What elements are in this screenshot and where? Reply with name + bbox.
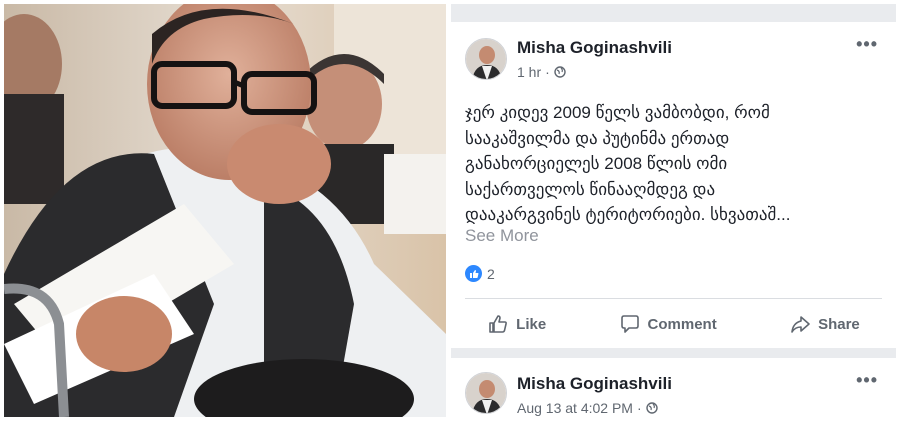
more-options-icon[interactable]: ••• (856, 35, 878, 53)
post-text-line: დააკარგვინეს ტერიტორიები. სხვათაშ... (465, 205, 791, 224)
author-name[interactable]: Misha Goginashvili (517, 38, 672, 58)
like-button[interactable]: Like (487, 313, 546, 335)
news-feed[interactable]: Misha Goginashvili 1 hr · ••• ჯერ კიდევ … (451, 4, 896, 418)
post-text-line: საქართველოს წინააღმდეგ და (465, 179, 716, 199)
post-text-line: ჯერ კიდევ 2009 წელს ვამბობდი, რომ (465, 103, 770, 122)
post-time[interactable]: Aug 13 at 4:02 PM (517, 400, 633, 416)
post-text: ჯერ კიდევ 2009 წელს ვამბობდი, რომ სააკაშ… (465, 100, 877, 228)
photo-illustration (4, 4, 446, 417)
thumbs-up-icon (489, 315, 508, 333)
author-name[interactable]: Misha Goginashvili (517, 374, 672, 394)
share-button[interactable]: Share (789, 313, 860, 335)
more-options-icon[interactable]: ••• (856, 371, 878, 389)
comment-button[interactable]: Comment (619, 313, 717, 335)
like-reaction-icon (465, 265, 482, 282)
post-text-line: სააკაშვილმა და პუტინმა ერთად (465, 128, 730, 148)
share-label: Share (818, 315, 860, 333)
globe-icon (554, 66, 566, 78)
see-more-link[interactable]: See More (465, 226, 539, 246)
avatar[interactable] (465, 38, 507, 80)
meta-separator: · (545, 64, 550, 80)
post-meta: Aug 13 at 4:02 PM · (517, 400, 658, 416)
meta-separator: · (636, 400, 642, 416)
post-meta: 1 hr · (517, 64, 566, 80)
reactions-summary[interactable]: 2 (465, 265, 495, 282)
post-card: Misha Goginashvili 1 hr · ••• ჯერ კიდევ … (451, 22, 896, 348)
divider (465, 298, 882, 299)
post-actions: Like Comment Share (451, 306, 896, 342)
like-label: Like (516, 315, 547, 333)
post-text-line: განახორციელეს 2008 წლის ომი (465, 154, 728, 173)
comment-icon (620, 315, 639, 333)
avatar[interactable] (465, 372, 507, 414)
post-card: Misha Goginashvili Aug 13 at 4:02 PM · •… (451, 358, 896, 418)
post-time[interactable]: 1 hr (517, 64, 541, 80)
comment-label: Comment (647, 315, 717, 333)
globe-icon (645, 402, 658, 414)
share-icon (791, 316, 810, 333)
photo (4, 4, 446, 417)
reaction-count: 2 (487, 265, 495, 282)
